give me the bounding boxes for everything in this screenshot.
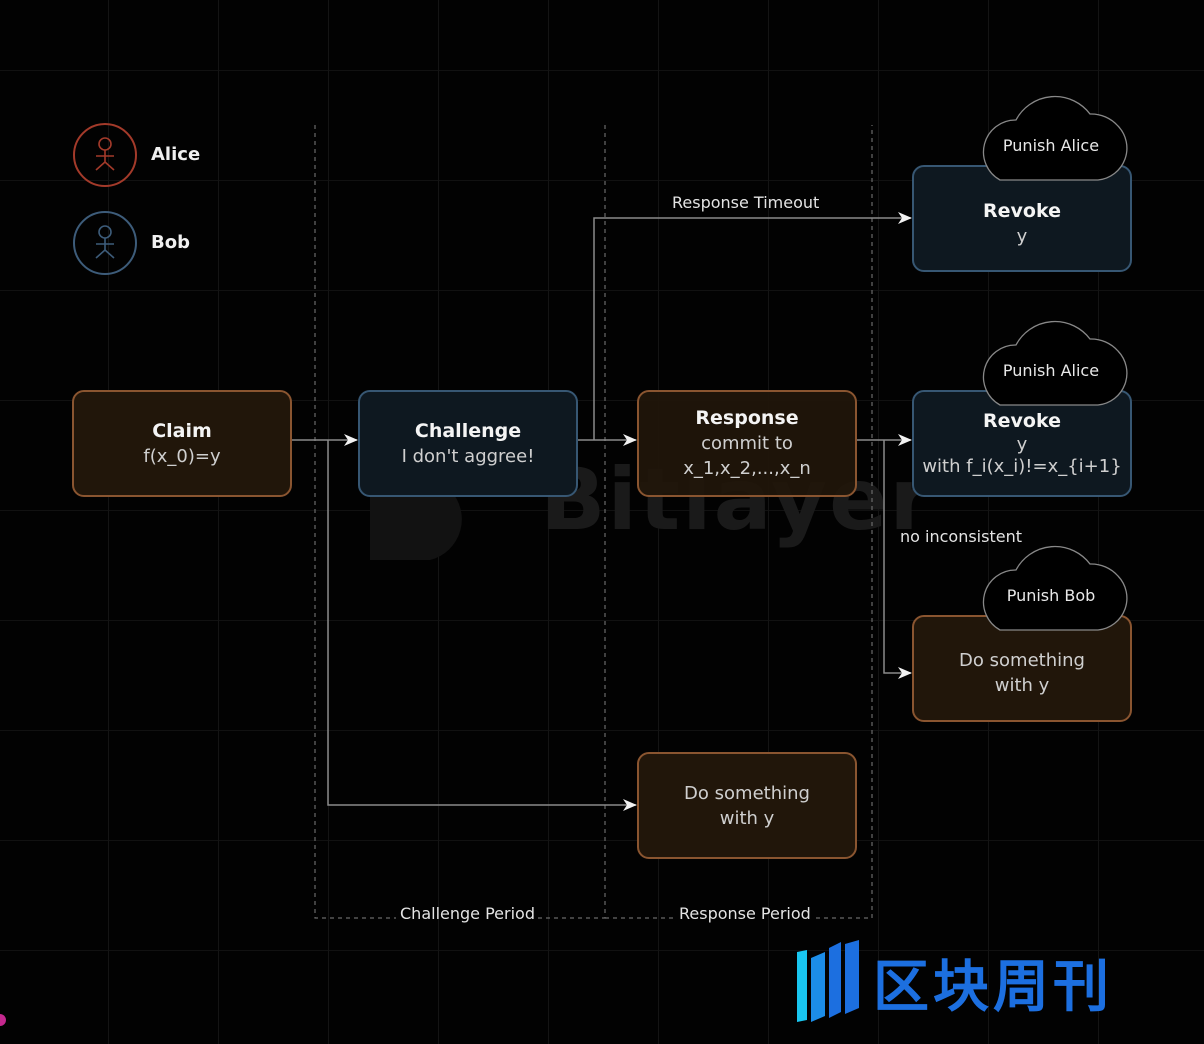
punish-alice-cloud-icon [982,95,1128,181]
do-something-challenge-node: Do something with y [637,752,857,859]
response-node: Response commit to x_1,x_2,...,x_n [637,390,857,497]
response-timeout-label: Response Timeout [672,193,820,212]
challenge-title: Challenge [414,419,522,442]
alice-label: Alice [151,144,201,165]
brand-logo-icon [797,940,859,1022]
revoke-timeout-title: Revoke [983,199,1061,222]
response-title: Response [695,407,799,429]
bob-actor-icon [73,211,137,275]
edge-response-do-something [883,440,912,679]
punish-bob-cloud-icon [982,545,1128,631]
alice-actor-icon [73,123,137,187]
revoke-inconsistent-detail-2: with f_i(x_i)!=x_{i+1} [922,456,1122,477]
claim-title: Claim [152,419,212,442]
claim-node: Claim f(x_0)=y [72,390,292,497]
punish-alice-label-1: Punish Alice [1002,136,1100,155]
do-something-bob-line-2: with y [994,674,1050,696]
brand-text: 区块周刊 [873,954,1113,1020]
do-something-bob-line-1: Do something [959,649,1085,671]
challenge-period-label: Challenge Period [400,904,535,923]
bob-label: Bob [151,232,190,253]
punish-alice-cloud-icon [982,320,1128,406]
response-detail-2: x_1,x_2,...,x_n [683,458,811,479]
do-something-challenge-line-1: Do something [684,782,810,804]
revoke-timeout-detail: y [1016,225,1028,247]
response-period-label: Response Period [679,904,811,923]
no-inconsistent-label: no inconsistent [900,527,1022,546]
punish-bob-label: Punish Bob [1006,586,1096,605]
challenge-node: Challenge I don't aggree! [358,390,578,497]
response-detail-1: commit to [701,433,793,454]
revoke-inconsistent-detail-1: y [1016,434,1028,455]
revoke-inconsistent-title: Revoke [983,410,1061,432]
claim-detail: f(x_0)=y [143,445,221,467]
punish-alice-label-2: Punish Alice [1002,361,1100,380]
do-something-challenge-line-2: with y [719,807,775,829]
challenge-detail: I don't aggree! [401,445,535,467]
brand-logo: 区块周刊 [795,940,1113,1024]
challenge-period-region [314,125,606,919]
